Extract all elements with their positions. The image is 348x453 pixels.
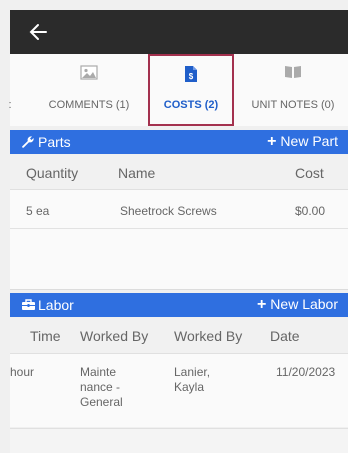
tab-comments-label: COMMENTS (1) (48, 99, 130, 111)
part-cost: $0.00 (295, 204, 326, 218)
dollar-document-icon: $ (185, 66, 197, 82)
arrow-left-icon[interactable] (28, 23, 48, 41)
section-divider (10, 289, 348, 290)
column-time: Time (30, 328, 61, 344)
labor-section-header: Labor + New Labor (10, 293, 348, 317)
column-name: Name (118, 165, 156, 181)
bottom-area (10, 428, 348, 453)
labor-date: 11/20/2023 (276, 365, 336, 379)
new-labor-label: New Labor (270, 296, 338, 312)
plus-icon: + (267, 133, 277, 150)
part-name: Sheetrock Screws (120, 204, 217, 218)
column-date: Date (270, 328, 300, 344)
new-part-label: New Part (280, 133, 338, 149)
tab-partial-label: : (8, 99, 12, 111)
parts-header-row: Quantity Name Cost (10, 155, 348, 190)
parts-title: Parts (38, 134, 71, 150)
labor-title: Labor (38, 297, 74, 313)
tab-unit-notes-label: UNIT NOTES (0) (251, 99, 335, 111)
toolbox-icon (22, 299, 35, 310)
wrench-icon (22, 136, 34, 148)
book-icon (285, 66, 301, 78)
tab-unit-notes[interactable]: UNIT NOTES (0) (238, 54, 348, 126)
tab-costs-label: COSTS (2) (163, 99, 219, 111)
table-row[interactable]: 1 hour Mainte nance - General Lanier, Ka… (10, 355, 348, 427)
column-worked-by-2: Worked By (174, 328, 243, 344)
column-worked-by-1: Worked By (80, 328, 149, 344)
table-row[interactable]: 5 ea Sheetrock Screws $0.00 (10, 191, 348, 229)
svg-text:$: $ (189, 72, 194, 81)
labor-worked-by-2: Lanier, Kayla (174, 365, 211, 394)
labor-worked-by-1: Mainte nance - General (80, 365, 123, 409)
tab-costs[interactable]: $ COSTS (2) (148, 54, 234, 126)
image-icon (80, 65, 98, 80)
column-quantity: Quantity (26, 165, 79, 181)
plus-icon: + (256, 296, 267, 313)
labor-time: 1 hour (10, 365, 35, 379)
labor-header-row: Time Worked By Worked By Date (10, 318, 348, 354)
tab-comments[interactable]: COMMENTS (1) (30, 54, 148, 126)
new-part-button[interactable]: + New Part (267, 133, 338, 151)
new-labor-button[interactable]: + New Labor (257, 296, 338, 314)
parts-table: Quantity Name Cost 5 ea Sheetrock Screws… (10, 155, 348, 289)
part-quantity: 5 ea (26, 204, 50, 218)
tab-bar: : COMMENTS (1) $ COSTS (2) UNIT NOTES (0… (8, 54, 348, 126)
column-cost: Cost (295, 165, 324, 181)
parts-section-header: Parts + New Part (10, 130, 348, 154)
labor-table: Time Worked By Worked By Date 1 hour Mai… (10, 318, 348, 427)
tab-partial[interactable]: : (4, 54, 14, 126)
app-header (10, 10, 348, 54)
